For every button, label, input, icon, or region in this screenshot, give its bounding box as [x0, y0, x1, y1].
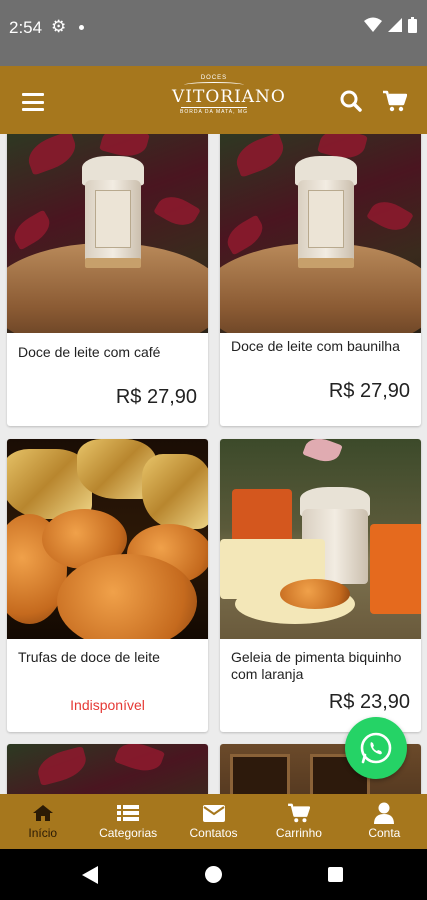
- product-name: Doce de leite com baunilha: [231, 338, 400, 354]
- product-card[interactable]: [7, 744, 208, 794]
- product-name: Trufas de doce de leite: [18, 649, 160, 665]
- search-icon[interactable]: [340, 90, 362, 112]
- nav-item-contacts[interactable]: Contatos: [171, 794, 256, 849]
- system-nav-bar: [0, 849, 427, 900]
- product-card[interactable]: Doce de leite com café R$ 27,90: [7, 134, 208, 426]
- envelope-icon: [202, 804, 225, 822]
- nav-item-cart[interactable]: Carrinho: [256, 794, 341, 849]
- product-name: Doce de leite com café: [18, 344, 161, 360]
- home-button-icon[interactable]: [205, 866, 222, 883]
- product-price: R$ 27,90: [115, 386, 197, 408]
- user-icon: [374, 802, 395, 824]
- notification-dot-icon: [79, 25, 84, 30]
- brand-logo[interactable]: DOCES VITORIANO BORDA DA MATA, MG: [172, 73, 286, 127]
- product-image: [7, 439, 208, 639]
- signal-icon: [388, 18, 402, 32]
- list-icon: [117, 805, 140, 821]
- product-card[interactable]: Doce de leite com baunilha R$ 27,90: [220, 134, 421, 426]
- product-price: R$ 27,90: [328, 380, 410, 402]
- product-image: [220, 134, 421, 333]
- nav-label: Contatos: [189, 826, 238, 840]
- nav-label: Conta: [368, 826, 401, 840]
- nav-label: Categorias: [99, 826, 158, 840]
- bottom-nav: Início Categorias Contatos Carrinho Cont…: [0, 794, 427, 849]
- battery-icon: [408, 17, 417, 33]
- settings-icon: ⚙: [51, 17, 67, 36]
- menu-icon[interactable]: [22, 93, 44, 111]
- product-image: [7, 134, 208, 333]
- nav-item-account[interactable]: Conta: [342, 794, 427, 849]
- back-icon[interactable]: [82, 866, 98, 884]
- recent-apps-icon[interactable]: [328, 867, 343, 882]
- status-icons: [364, 17, 417, 33]
- product-grid: Doce de leite com café R$ 27,90 Doce de …: [0, 134, 427, 794]
- app-header: DOCES VITORIANO BORDA DA MATA, MG: [0, 66, 427, 134]
- logo-top-text: DOCES: [200, 75, 228, 81]
- screen: 2:54 ⚙ DOCES VITORIANO BORDA DA MATA, MG: [0, 0, 427, 900]
- whatsapp-button[interactable]: [345, 717, 407, 779]
- status-time: 2:54: [9, 18, 43, 37]
- nav-item-categories[interactable]: Categorias: [85, 794, 170, 849]
- wifi-icon: [364, 17, 382, 32]
- logo-name: VITORIANO: [172, 87, 286, 107]
- cart-icon[interactable]: [383, 90, 407, 112]
- whatsapp-icon: [360, 732, 392, 764]
- product-image: [220, 439, 421, 639]
- nav-label: Início: [28, 826, 58, 840]
- logo-subtitle: BORDA DA MATA, MG: [180, 109, 248, 115]
- product-card[interactable]: Geleia de pimenta biquinho com laranja R…: [220, 439, 421, 732]
- cart-icon: [288, 803, 310, 823]
- unavailable-label: Indisponível: [70, 697, 145, 713]
- product-card[interactable]: Trufas de doce de leite Indisponível: [7, 439, 208, 732]
- nav-label: Carrinho: [275, 826, 322, 840]
- status-bar: 2:54 ⚙: [0, 0, 427, 66]
- home-icon: [32, 805, 53, 821]
- nav-item-home[interactable]: Início: [0, 794, 85, 849]
- product-name: Geleia de pimenta biquinho com laranja: [231, 649, 402, 682]
- product-image: [7, 744, 208, 794]
- product-price: R$ 23,90: [328, 691, 410, 713]
